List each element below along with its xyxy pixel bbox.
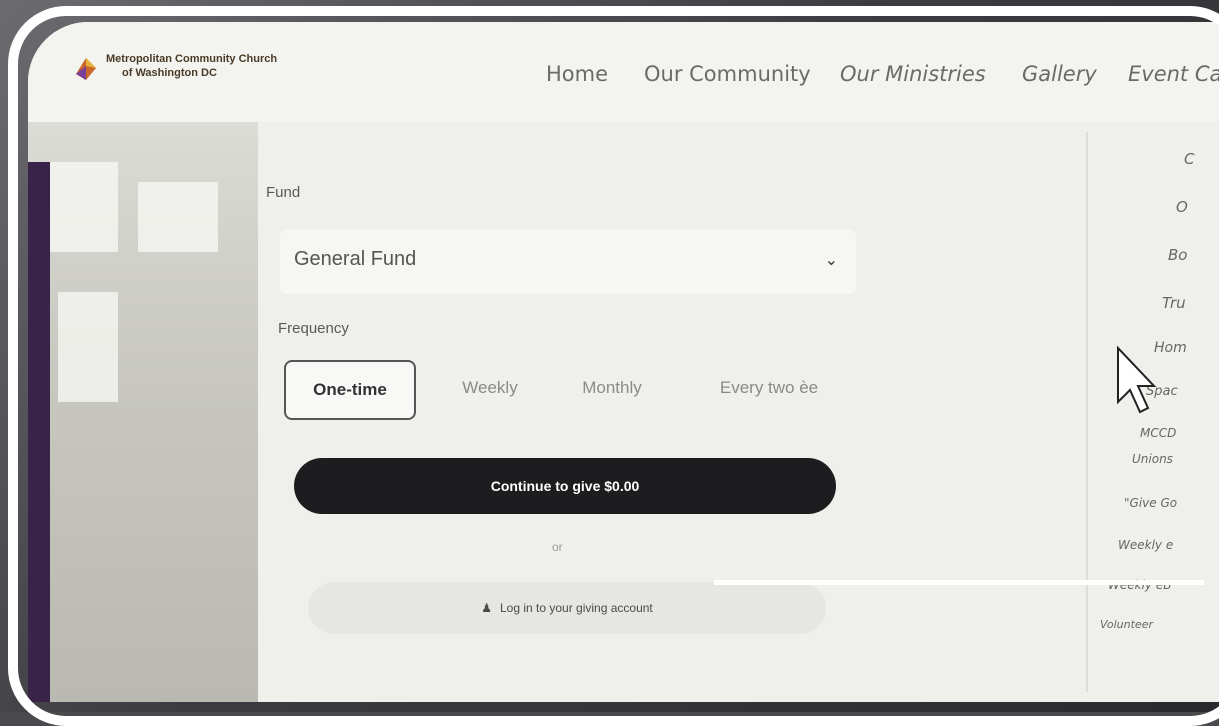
login-label: Log in to your giving account <box>500 601 653 615</box>
sidebar-item-1[interactable]: C <box>1184 150 1194 168</box>
sidebar-item-10[interactable]: Weekly e <box>1118 538 1173 552</box>
nav-event-calendar[interactable]: Event Ca <box>1128 62 1219 86</box>
fund-label: Fund <box>266 184 301 201</box>
nav-home[interactable]: Home <box>546 62 608 86</box>
sidebar-item-7[interactable]: MCCD <box>1140 426 1176 440</box>
purple-accent-strip <box>28 162 50 702</box>
frequency-monthly[interactable]: Monthly <box>562 360 662 416</box>
user-icon: ♟ <box>481 601 492 615</box>
browser-screen: Metropolitan Community Church of Washing… <box>28 22 1219 702</box>
mouse-cursor-icon <box>1117 345 1157 414</box>
sidebar-item-9[interactable]: "Give Go <box>1124 496 1177 510</box>
login-giving-account-button[interactable]: ♟ Log in to your giving account <box>308 582 826 634</box>
nav-gallery[interactable]: Gallery <box>1022 62 1097 86</box>
overlay-line <box>714 580 1204 585</box>
fund-select-value: General Fund <box>294 248 417 270</box>
frequency-label: Frequency <box>278 320 349 337</box>
sidebar-item-4[interactable]: Tru <box>1162 294 1186 312</box>
church-name-line1: Metropolitan Community Church <box>106 53 278 65</box>
fund-select[interactable]: General Fund ⌄ <box>280 230 856 294</box>
frequency-one-time[interactable]: One-time <box>284 360 416 420</box>
sidebar-item-8[interactable]: Unions <box>1132 452 1173 466</box>
continue-to-give-button[interactable]: Continue to give $0.00 <box>294 458 836 514</box>
site-header: Metropolitan Community Church of Washing… <box>28 22 1219 122</box>
sidebar-divider <box>1086 132 1088 692</box>
background-photo <box>28 122 258 702</box>
church-name-line2: of Washington DC <box>122 67 217 79</box>
frequency-every-two-weeks[interactable]: Every two ѐe <box>694 360 844 416</box>
sidebar-item-12[interactable]: Volunteer <box>1100 618 1153 631</box>
church-name[interactable]: Metropolitan Community Church of Washing… <box>106 52 277 80</box>
nav-our-ministries[interactable]: Our Ministries <box>840 62 986 86</box>
sidebar-item-2[interactable]: O <box>1176 198 1188 216</box>
nav-our-community[interactable]: Our Community <box>644 62 811 86</box>
sidebar-item-3[interactable]: Bo <box>1168 246 1187 264</box>
church-logo-icon[interactable] <box>72 54 100 82</box>
frequency-weekly[interactable]: Weekly <box>440 360 540 416</box>
or-separator: or <box>552 540 563 554</box>
chevron-down-icon: ⌄ <box>824 252 838 269</box>
